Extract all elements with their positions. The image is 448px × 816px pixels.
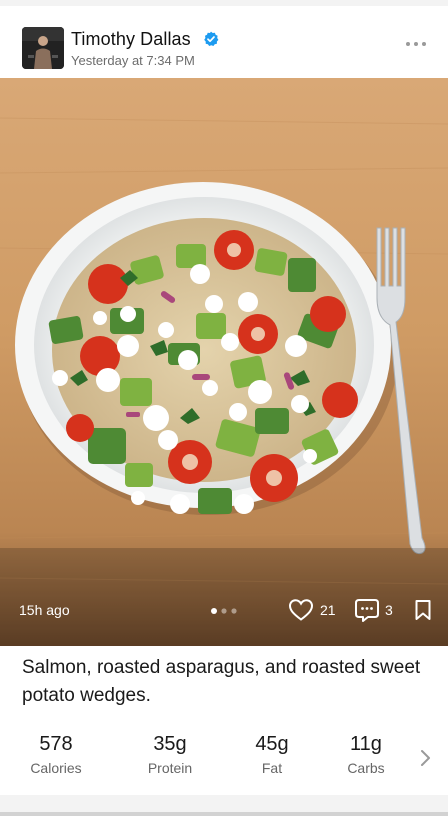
verified-badge-icon (204, 31, 219, 46)
post-caption: Salmon, roasted asparagus, and roasted s… (22, 657, 421, 706)
post-header: Timothy Dallas Yesterday at 7:34 PM (0, 6, 448, 78)
post-timestamp: Yesterday at 7:34 PM (71, 53, 195, 68)
like-count: 21 (320, 602, 336, 618)
macro-label: Carbs (347, 760, 385, 776)
macro-value: 11g (350, 733, 382, 755)
post-card: Timothy Dallas Yesterday at 7:34 PM 15h … (0, 6, 448, 795)
post-photo[interactable]: 15h ago 21 3 (0, 78, 448, 646)
avatar[interactable] (22, 27, 64, 69)
heart-icon[interactable] (288, 598, 314, 622)
macro-protein: 35g Protein (136, 730, 204, 776)
author-name[interactable]: Timothy Dallas (71, 29, 191, 50)
comment-icon[interactable] (354, 597, 380, 623)
macro-calories: 578 Calories (22, 730, 90, 776)
macro-value: 35g (153, 733, 187, 755)
macro-carbs: 11g Carbs (332, 730, 400, 776)
macro-label: Calories (30, 760, 82, 776)
macro-value: 578 (39, 733, 73, 755)
macro-label: Fat (261, 760, 283, 776)
chevron-right-icon[interactable] (419, 749, 431, 767)
more-icon[interactable] (404, 40, 428, 48)
bookmark-icon[interactable] (414, 599, 432, 621)
post-relative-time: 15h ago (19, 602, 70, 618)
next-card-edge (0, 812, 448, 816)
comment-count: 3 (385, 602, 393, 618)
macros-row[interactable]: 578 Calories 35g Protein 45g Fat 11g Car… (0, 730, 448, 790)
carousel-indicator[interactable] (210, 607, 240, 615)
macro-fat: 45g Fat (238, 730, 306, 776)
macro-value: 45g (255, 733, 289, 755)
macro-label: Protein (147, 760, 193, 776)
